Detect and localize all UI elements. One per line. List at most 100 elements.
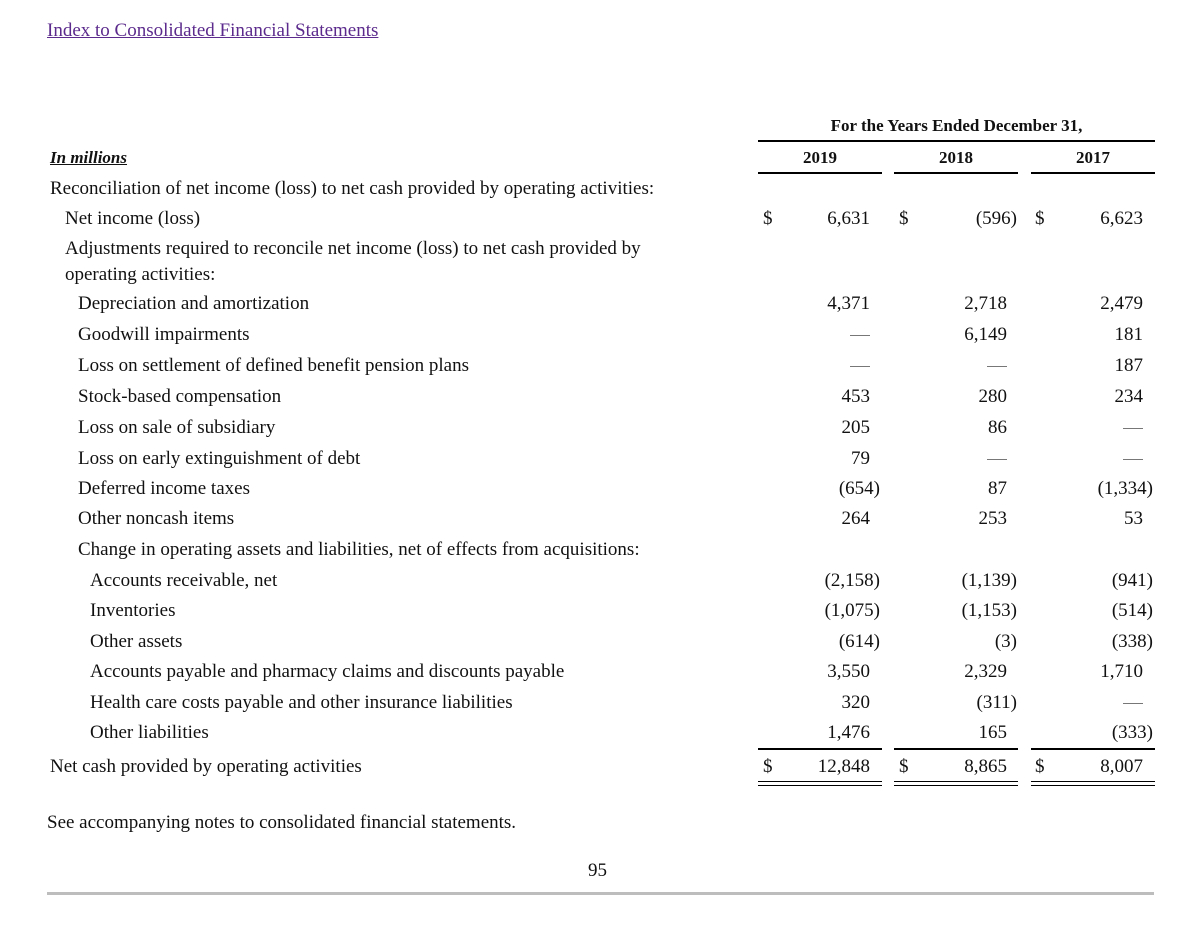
cell-value-2019: (1,075): [824, 600, 880, 621]
row-label: Loss on sale of subsidiary: [78, 417, 276, 438]
row-label: Depreciation and amortization: [78, 293, 310, 314]
index-to-financial-statements-link[interactable]: Index to Consolidated Financial Statemen…: [47, 20, 378, 42]
cell-value-2018: 6,149: [964, 324, 1007, 345]
row-label: Other assets: [90, 631, 183, 652]
row-label: Other liabilities: [90, 722, 209, 743]
cell-value-2018: (1,139): [961, 570, 1017, 591]
cell-value-2019: (614): [838, 631, 880, 652]
year-header-2018: 2018: [939, 148, 973, 167]
page-number: 95: [588, 860, 607, 881]
table-row: Adjustments required to reconcile net in…: [0, 238, 1198, 285]
cell-value-2017: 6,623: [1100, 208, 1143, 229]
cell-value-2017: (1,334): [1097, 478, 1153, 499]
cell-value-2018: (1,153): [961, 600, 1017, 621]
row-label: Adjustments required to reconcile net in…: [65, 238, 641, 259]
cell-value-2018: 280: [978, 386, 1008, 407]
footnote: See accompanying notes to consolidated f…: [47, 812, 517, 833]
row-label: Other noncash items: [78, 508, 235, 529]
total-double-rule-2018: [894, 781, 1018, 786]
row-label: Deferred income taxes: [78, 478, 250, 499]
table-row: Net cash provided by operating activitie…: [0, 756, 1198, 786]
year-header-2019: 2019: [803, 148, 837, 167]
cell-value-2017: (338): [1111, 631, 1153, 652]
table-row: Other liabilities 1,476 165 (333): [0, 722, 1198, 752]
section-title-row: Reconciliation of net income (loss) to n…: [0, 178, 1198, 208]
row-label: Change in operating assets and liabiliti…: [78, 539, 640, 560]
nil-dash: [1123, 459, 1143, 461]
cell-value-2017: [1031, 448, 1143, 470]
year-rule-2017: [1031, 172, 1155, 174]
cell-value-2018: 165: [978, 722, 1008, 743]
table-row: Other assets (614) (3) (338): [0, 631, 1198, 661]
year-header-2017: 2017: [1076, 148, 1110, 167]
cell-value-2018: (596): [975, 208, 1017, 229]
cell-value-2019: 264: [841, 508, 871, 529]
period-header-rule: [758, 140, 1155, 142]
table-row: Loss on settlement of defined benefit pe…: [0, 355, 1198, 385]
table-row: Inventories (1,075) (1,153) (514): [0, 600, 1198, 630]
nil-dash: [1123, 703, 1143, 705]
table-row: Depreciation and amortization 4,371 2,718 2…: [0, 293, 1198, 323]
table-row: Net income (loss) $6,631 $ (596) $6,623: [0, 208, 1198, 238]
table-row: Loss on sale of subsidiary 205 86: [0, 417, 1198, 447]
cell-value-2017: (514): [1111, 600, 1153, 621]
total-rule-top-2017: [1031, 748, 1155, 750]
cell-value-2019: 79: [851, 448, 870, 469]
cell-value-2018: 86: [988, 417, 1007, 438]
cell-value-2017: [1031, 417, 1143, 439]
cell-value-2018: 87: [988, 478, 1007, 499]
table-row: Health care costs payable and other insu…: [0, 692, 1198, 722]
cell-value-2017: 181: [1114, 324, 1144, 345]
table-row: Deferred income taxes (654) 87 (1,334): [0, 478, 1198, 508]
nil-dash: [850, 366, 870, 368]
cell-value-2019: (654): [838, 478, 880, 499]
cell-value-2017: [1031, 692, 1143, 714]
table-row: Goodwill impairments 6,149 181: [0, 324, 1198, 354]
cell-value-2019: (2,158): [824, 570, 880, 591]
row-label: Inventories: [90, 600, 176, 621]
total-rule-top-2018: [894, 748, 1018, 750]
cell-value-2017: 234: [1114, 386, 1144, 407]
total-double-rule-2017: [1031, 781, 1155, 786]
total-rule-top-2019: [758, 748, 882, 750]
table-row: Accounts payable and pharmacy claims and…: [0, 661, 1198, 691]
units-label: In millions: [50, 148, 128, 167]
table-row: Other noncash items 264 253 53: [0, 508, 1198, 538]
nil-dash: [987, 459, 1007, 461]
cell-value-2017: (941): [1111, 570, 1153, 591]
row-label: Accounts payable and pharmacy claims and…: [90, 661, 565, 682]
cell-value-2019: 1,476: [827, 722, 870, 743]
row-label: Health care costs payable and other insu…: [90, 692, 513, 713]
nil-dash: [987, 366, 1007, 368]
nil-dash: [850, 335, 870, 337]
cell-value-2017: (333): [1111, 722, 1153, 743]
period-header: For the Years Ended December 31,: [830, 116, 1083, 135]
cell-value-2019: 205: [841, 417, 871, 438]
cell-value-2018: [895, 448, 1007, 470]
nil-dash: [1123, 428, 1143, 430]
cell-value-2019: 4,371: [827, 293, 870, 314]
row-label: Loss on early extinguishment of debt: [78, 448, 361, 469]
row-label: Accounts receivable, net: [90, 570, 278, 591]
row-label: Stock-based compensation: [78, 386, 282, 407]
row-label: Net cash provided by operating activitie…: [50, 756, 362, 777]
cell-value-2019: 320: [841, 692, 871, 713]
cell-value-2018: 2,329: [964, 661, 1007, 682]
cell-value-2017: 53: [1124, 508, 1143, 529]
cell-value-2018: 8,865: [964, 756, 1007, 777]
cell-value-2018: (3): [994, 631, 1017, 652]
table-row: Stock-based compensation 453 280 234: [0, 386, 1198, 416]
cell-value-2018: [895, 355, 1007, 377]
row-label: Goodwill impairments: [78, 324, 250, 345]
cell-value-2018: (311): [976, 692, 1017, 713]
cell-value-2017: 187: [1114, 355, 1144, 376]
cell-value-2019: 453: [841, 386, 871, 407]
cell-value-2019: [758, 324, 870, 346]
cell-value-2019: 3,550: [827, 661, 870, 682]
row-label: Net income (loss): [65, 208, 201, 229]
cell-value-2019: 6,631: [827, 208, 870, 229]
cell-value-2017: 8,007: [1100, 756, 1143, 777]
table-row: Accounts receivable, net (2,158) (1,139) (9…: [0, 570, 1198, 600]
table-row: Change in operating assets and liabiliti…: [0, 539, 1198, 569]
section-title: Reconciliation of net income (loss) to n…: [50, 178, 655, 199]
